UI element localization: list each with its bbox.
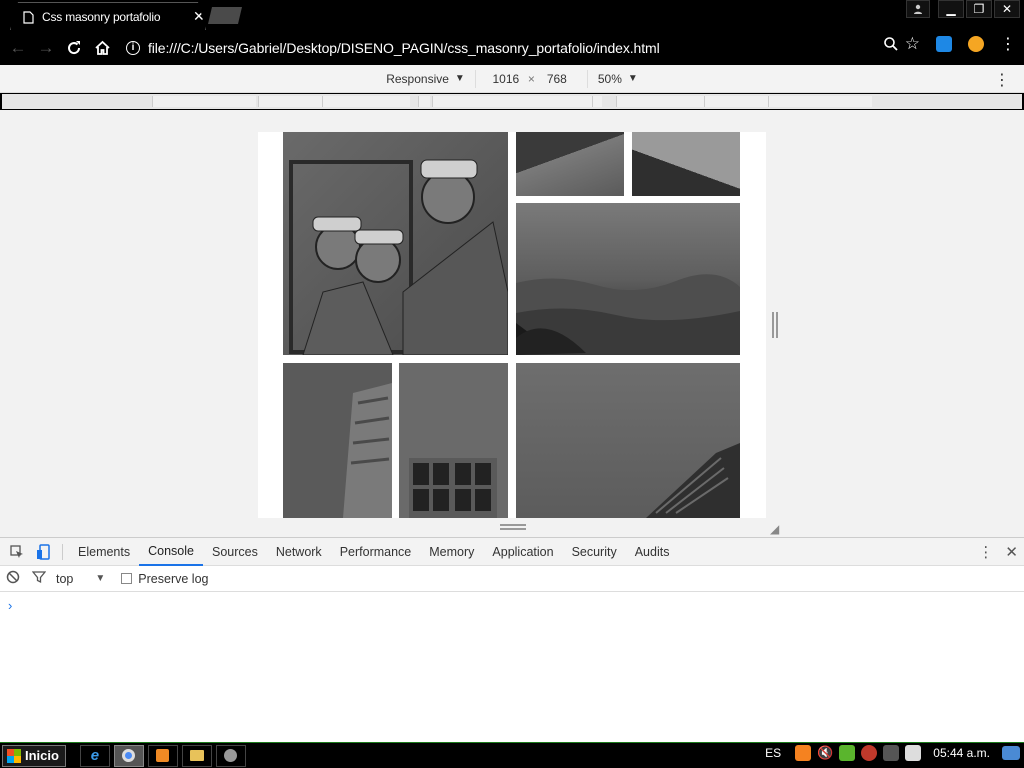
url-text: file:///C:/Users/Gabriel/Desktop/DISENO_… bbox=[148, 39, 660, 56]
action-center-icon[interactable] bbox=[905, 745, 922, 761]
tab-title: Css masonry portafolio bbox=[42, 10, 161, 24]
tab-console[interactable]: Console bbox=[139, 538, 203, 566]
clear-console-icon[interactable] bbox=[6, 570, 20, 587]
language-indicator[interactable]: ES bbox=[765, 746, 781, 760]
title-bar: Css masonry portafolio ✕ ▁ ❐ ✕ bbox=[0, 0, 1024, 30]
tab-application[interactable]: Application bbox=[483, 538, 562, 566]
filter-icon[interactable] bbox=[31, 570, 47, 587]
emulated-viewport-area: ◢ bbox=[0, 110, 1024, 537]
green-app-icon[interactable] bbox=[839, 745, 856, 761]
info-icon[interactable]: i bbox=[126, 40, 140, 55]
gallery-image-illustration[interactable] bbox=[283, 132, 508, 355]
chrome-icon[interactable] bbox=[113, 744, 144, 767]
system-tray: ES 🔇 05:44 a.m. bbox=[765, 745, 1020, 761]
clock[interactable]: 05:44 a.m. bbox=[933, 746, 990, 760]
devtools-close-icon[interactable]: ✕ bbox=[1005, 543, 1018, 561]
zoom-icon[interactable] bbox=[883, 36, 899, 52]
device-toolbar: Responsive ▼ 1016 × 768 50% ▼ ⋮ bbox=[0, 65, 1024, 93]
device-options-icon[interactable]: ⋮ bbox=[994, 70, 1010, 90]
browser-tab[interactable]: Css masonry portafolio ✕ bbox=[10, 2, 206, 30]
forward-arrow-icon[interactable]: → bbox=[32, 34, 60, 62]
preserve-log-label: Preserve log bbox=[138, 571, 209, 586]
browser-menu-icon[interactable]: ⋮ bbox=[1000, 34, 1016, 54]
media-query-bar[interactable] bbox=[2, 94, 1022, 109]
gallery-image-building-2[interactable] bbox=[632, 132, 740, 196]
device-mode-select[interactable]: Responsive bbox=[386, 72, 449, 86]
tab-performance[interactable]: Performance bbox=[331, 538, 421, 566]
console-prompt[interactable]: › bbox=[0, 592, 1024, 619]
console-toolbar: top ▼ Preserve log bbox=[0, 566, 1024, 592]
devtools-tab-bar: Elements Console Sources Network Perform… bbox=[0, 538, 1024, 566]
gallery-image-windows[interactable] bbox=[399, 363, 508, 518]
extension-orange-icon[interactable] bbox=[968, 36, 984, 52]
gallery-image-architecture[interactable] bbox=[516, 363, 740, 518]
page-viewport[interactable] bbox=[258, 132, 766, 518]
device-toggle-icon[interactable] bbox=[30, 539, 56, 565]
viewport-resize-handle-bottom[interactable] bbox=[500, 524, 526, 530]
tab-memory[interactable]: Memory bbox=[420, 538, 483, 566]
preserve-log-checkbox[interactable] bbox=[121, 573, 133, 584]
tab-elements[interactable]: Elements bbox=[69, 538, 139, 566]
internet-explorer-icon[interactable]: e bbox=[79, 744, 110, 767]
browser-toolbar: ← → i file:///C:/Users/Gabriel/Desktop/D… bbox=[0, 30, 1024, 65]
close-window-button[interactable]: ✕ bbox=[994, 0, 1020, 18]
xampp-icon[interactable] bbox=[795, 745, 812, 761]
bookmark-star-icon[interactable]: ☆ bbox=[905, 34, 920, 54]
times-icon: × bbox=[527, 71, 535, 86]
sublime-text-icon[interactable] bbox=[147, 744, 178, 767]
zoom-select[interactable]: 50% bbox=[598, 72, 622, 86]
width-input[interactable]: 1016 bbox=[486, 72, 526, 86]
dropdown-arrow-icon[interactable]: ▼ bbox=[628, 73, 638, 84]
height-input[interactable]: 768 bbox=[537, 72, 577, 86]
restore-button[interactable]: ❐ bbox=[966, 0, 992, 18]
file-explorer-icon[interactable] bbox=[181, 744, 212, 767]
minimize-button[interactable]: ▁ bbox=[938, 0, 964, 18]
gallery-image-sculpture[interactable] bbox=[283, 363, 392, 518]
viewport-resize-handle-right[interactable] bbox=[772, 312, 778, 338]
tab-sources[interactable]: Sources bbox=[203, 538, 267, 566]
dropdown-arrow-icon[interactable]: ▼ bbox=[455, 73, 465, 84]
extension-chat-icon[interactable] bbox=[936, 36, 952, 52]
document-icon bbox=[23, 10, 34, 24]
address-bar[interactable]: i file:///C:/Users/Gabriel/Desktop/DISEN… bbox=[126, 40, 660, 56]
devtools-panel: Elements Console Sources Network Perform… bbox=[0, 537, 1024, 742]
taskbar: Inicio e ES 🔇 05:44 a.m. bbox=[0, 742, 1024, 768]
tab-network[interactable]: Network bbox=[267, 538, 331, 566]
tab-security[interactable]: Security bbox=[563, 538, 626, 566]
start-button[interactable]: Inicio bbox=[2, 744, 66, 767]
windows-logo-icon bbox=[7, 748, 21, 763]
paint-icon[interactable] bbox=[215, 744, 246, 767]
new-tab-button[interactable] bbox=[208, 7, 242, 24]
home-icon[interactable] bbox=[88, 34, 116, 62]
gallery-image-building-1[interactable] bbox=[516, 132, 624, 196]
inspect-element-icon[interactable] bbox=[4, 539, 30, 565]
volume-muted-icon[interactable]: 🔇 bbox=[817, 745, 833, 761]
tab-audits[interactable]: Audits bbox=[626, 538, 679, 566]
network-icon[interactable] bbox=[883, 745, 900, 761]
profile-icon[interactable] bbox=[906, 0, 930, 18]
back-arrow-icon[interactable]: ← bbox=[4, 34, 32, 62]
show-desktop-icon[interactable] bbox=[1002, 746, 1020, 760]
start-label: Inicio bbox=[25, 748, 59, 763]
tray-app-icon[interactable] bbox=[861, 745, 878, 761]
reload-icon[interactable] bbox=[60, 34, 88, 62]
tab-close-button[interactable]: ✕ bbox=[193, 9, 205, 23]
devtools-menu-icon[interactable]: ⋮ bbox=[978, 543, 993, 561]
context-select[interactable]: top bbox=[56, 572, 73, 586]
gallery-image-mountains[interactable] bbox=[516, 203, 740, 355]
resize-corner-icon[interactable]: ◢ bbox=[770, 522, 779, 536]
dropdown-arrow-icon[interactable]: ▼ bbox=[95, 573, 105, 584]
